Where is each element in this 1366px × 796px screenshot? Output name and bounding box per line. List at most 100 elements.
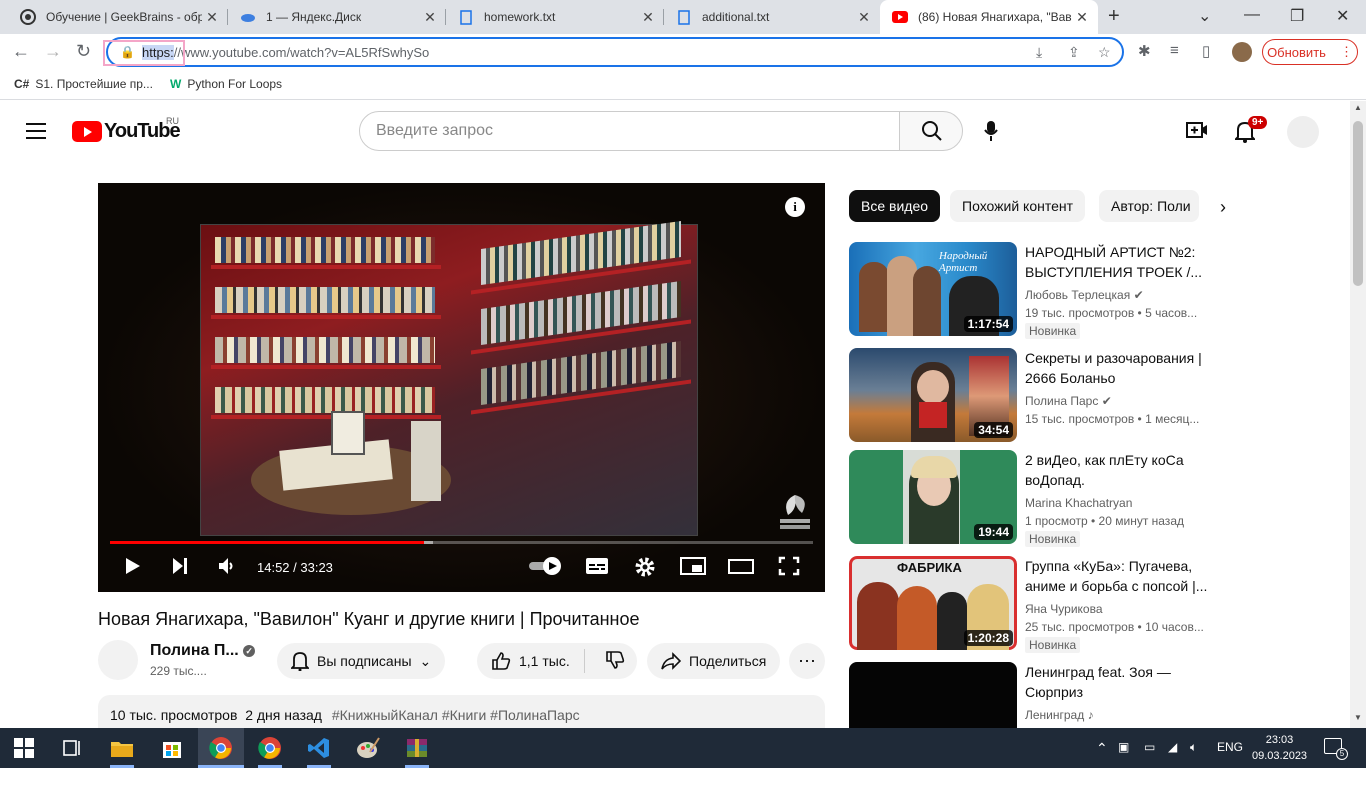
page-scrollbar[interactable]: ▲ ▼ [1350,101,1366,728]
search-input[interactable]: Введите запрос [359,111,900,151]
update-button[interactable]: Обновить ⋮ [1262,39,1358,65]
description-box[interactable]: 10 тыс. просмотров 2 дня назад #КнижныйК… [98,695,825,728]
menu-icon[interactable] [26,123,46,144]
close-icon[interactable]: ✕ [202,9,222,26]
recommendation-item[interactable]: 19:44 2 виДео, как плЕту коСа воДопад. M… [849,450,1219,547]
progress-bar[interactable] [110,541,813,544]
clock[interactable]: 23:03 09.03.2023 [1252,732,1307,764]
more-actions-button[interactable]: ⋯ [789,643,825,679]
bookmark-python[interactable]: W Python For Loops [170,77,282,91]
chevron-right-icon[interactable]: › [1220,197,1226,218]
chip-author[interactable]: Автор: Поли [1099,190,1199,222]
scroll-down-icon[interactable]: ▼ [1354,713,1362,722]
dislike-button[interactable] [593,650,637,673]
side-panel-icon[interactable]: ▯ [1202,42,1210,60]
chrome-profile-icon[interactable] [258,736,282,760]
new-tab-icon[interactable]: + [1108,5,1120,28]
miniplayer-icon[interactable] [680,556,706,576]
fullscreen-icon[interactable] [778,556,800,576]
recommendation-item[interactable]: ФАБРИКА 1:20:28 Группа «КуБа»: Пугачева,… [849,556,1219,653]
tab-homework[interactable]: homework.txt ✕ [446,0,664,34]
search-icon [922,121,942,141]
video-thumbnail[interactable]: Народный Артист 1:17:54 [849,242,1017,336]
close-icon[interactable]: ✕ [638,9,658,26]
theater-mode-icon[interactable] [728,556,754,576]
chevron-down-icon[interactable]: ⌄ [1198,6,1211,26]
share-icon[interactable]: ⇪ [1068,44,1080,61]
create-video-icon[interactable] [1186,121,1208,139]
close-window-icon[interactable]: ✕ [1336,6,1349,26]
close-icon[interactable]: ✕ [420,9,440,26]
recommendation-item[interactable]: Ленинград feat. Зоя — Сюрприз Ленинград … [849,662,1219,728]
media-queue-icon[interactable]: ≡ [1170,42,1179,59]
maximize-icon[interactable]: ❐ [1290,6,1304,26]
tab-geekbrains[interactable]: Обучение | GeekBrains - обр ✕ [8,0,228,34]
task-view-icon[interactable] [60,736,84,760]
paint-icon[interactable] [356,736,380,760]
forward-icon[interactable]: → [44,41,62,62]
video-thumbnail[interactable]: ФАБРИКА 1:20:28 [849,556,1017,650]
reload-icon[interactable]: ↻ [76,41,91,62]
url-path: //www.youtube.com/watch?v=AL5RfSwhySo [173,45,430,60]
bookmark-csharp[interactable]: C# S1. Простейшие пр... [14,77,153,91]
video-thumbnail[interactable]: 19:44 [849,450,1017,544]
settings-gear-icon[interactable] [634,556,656,578]
install-icon[interactable]: ⤓ [1036,44,1042,61]
subscribed-button[interactable]: Вы подписаны ⌄ [277,643,446,679]
language-indicator[interactable]: ENG [1217,740,1243,754]
url-text[interactable]: https://www.youtube.com/watch?v=AL5RfSwh… [142,45,429,60]
rec-title: НАРОДНЫЙ АРТИСТ №2: ВЫСТУПЛЕНИЯ ТРОЕК /.… [1025,244,1202,280]
display-icon[interactable]: ▣ [1118,740,1129,754]
like-button[interactable]: 1,1 тыс. [477,649,585,673]
video-player[interactable]: i 14:52 / 33:23 [98,183,825,592]
yandex-disk-icon [240,9,256,25]
channel-name[interactable]: Полина П... ✓ [150,642,256,660]
file-explorer-icon[interactable] [110,736,134,760]
minimize-icon[interactable]: — [1244,6,1260,24]
tab-yandex-disk[interactable]: 1 — Яндекс.Диск ✕ [228,0,446,34]
tab-title: 1 — Яндекс.Диск [266,10,362,24]
scrollbar-thumb[interactable] [1353,121,1363,286]
duration-badge: 1:17:54 [963,316,1013,332]
share-button[interactable]: Поделиться [647,643,781,679]
rec-channel: Ленинград ♪ [1025,708,1094,722]
chrome-icon[interactable] [209,736,233,760]
address-bar[interactable]: 🔒 https://www.youtube.com/watch?v=AL5RfS… [106,37,1124,67]
channel-avatar[interactable] [98,640,138,680]
chip-related[interactable]: Похожий контент [950,190,1086,222]
close-icon[interactable]: ✕ [854,9,874,26]
chevron-up-icon[interactable]: ⌃ [1096,740,1108,757]
chip-all[interactable]: Все видео [849,190,941,222]
recommendation-item[interactable]: Народный Артист 1:17:54 НАРОДНЫЙ АРТИСТ … [849,242,1219,339]
close-icon[interactable]: ✕ [1072,9,1092,26]
video-thumbnail[interactable]: 34:54 [849,348,1017,442]
profile-avatar[interactable] [1232,42,1252,62]
subtitles-icon[interactable] [585,556,609,576]
extensions-icon[interactable]: ✱ [1138,42,1151,60]
mic-icon[interactable] [984,121,998,141]
hashtags[interactable]: #КнижныйКанал #Книги #ПолинаПарс [332,707,580,723]
back-icon[interactable]: ← [12,41,30,62]
tab-youtube[interactable]: (86) Новая Янагихара, "Вави ✕ [880,0,1098,34]
youtube-logo[interactable]: YouTube RU [72,116,181,143]
video-thumbnail[interactable] [849,662,1017,728]
next-icon[interactable] [171,556,189,576]
battery-icon[interactable]: ▭ [1144,740,1155,754]
play-icon[interactable] [124,556,142,576]
store-icon[interactable] [160,736,184,760]
wifi-icon[interactable]: ◢ [1168,740,1177,754]
info-icon[interactable]: i [785,197,805,217]
tab-additional[interactable]: additional.txt ✕ [664,0,880,34]
star-icon[interactable]: ☆ [1098,44,1111,61]
scroll-up-icon[interactable]: ▲ [1354,103,1362,112]
vscode-icon[interactable] [307,736,331,760]
speaker-icon[interactable]: 🔈︎ [1190,740,1197,755]
recommendation-item[interactable]: 34:54 Секреты и разочарования | 2666 Бол… [849,348,1219,442]
volume-icon[interactable] [217,556,235,576]
windows-start-icon[interactable] [12,736,36,760]
winrar-icon[interactable] [405,736,429,760]
autoplay-toggle-icon[interactable] [528,556,562,576]
like-count: 1,1 тыс. [519,653,570,669]
account-avatar[interactable] [1287,116,1319,148]
search-button[interactable] [899,111,963,151]
